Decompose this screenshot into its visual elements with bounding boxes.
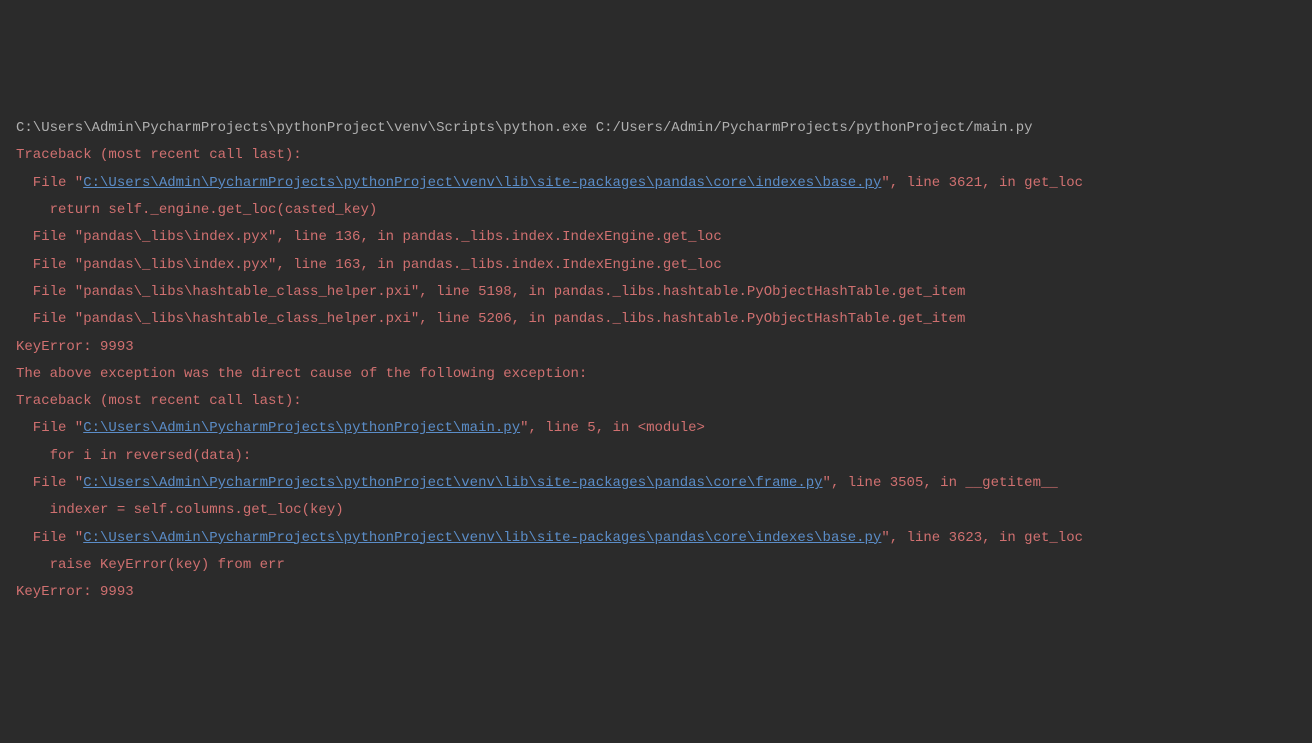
traceback-text: indexer = self.columns.get_loc(key) [16,502,344,518]
traceback-text: ", line 3623, in get_loc [881,530,1083,546]
console-line: File "C:\Users\Admin\PycharmProjects\pyt… [16,170,1296,197]
console-line: File "pandas\_libs\index.pyx", line 163,… [16,252,1296,279]
traceback-text: for i in reversed(data): [16,448,251,464]
traceback-text: KeyError: 9993 [16,584,134,600]
console-line: Traceback (most recent call last): [16,142,1296,169]
traceback-text: File " [16,420,83,436]
console-output: C:\Users\Admin\PycharmProjects\pythonPro… [16,115,1296,606]
traceback-text: Traceback (most recent call last): [16,393,302,409]
traceback-text: KeyError: 9993 [16,339,134,355]
console-line: for i in reversed(data): [16,443,1296,470]
traceback-text: ", line 3621, in get_loc [881,175,1083,191]
console-line: return self._engine.get_loc(casted_key) [16,197,1296,224]
console-line: C:\Users\Admin\PycharmProjects\pythonPro… [16,115,1296,142]
console-line: File "pandas\_libs\hashtable_class_helpe… [16,306,1296,333]
traceback-text: ", line 3505, in __getitem__ [823,475,1058,491]
console-line: KeyError: 9993 [16,579,1296,606]
file-path-link[interactable]: C:\Users\Admin\PycharmProjects\pythonPro… [83,530,881,546]
console-line: KeyError: 9993 [16,334,1296,361]
console-line: File "C:\Users\Admin\PycharmProjects\pyt… [16,525,1296,552]
file-path-link[interactable]: C:\Users\Admin\PycharmProjects\pythonPro… [83,175,881,191]
console-line: File "pandas\_libs\hashtable_class_helpe… [16,279,1296,306]
console-line: File "pandas\_libs\index.pyx", line 136,… [16,224,1296,251]
console-line: indexer = self.columns.get_loc(key) [16,497,1296,524]
traceback-text: File "pandas\_libs\hashtable_class_helpe… [16,311,965,327]
console-line: File "C:\Users\Admin\PycharmProjects\pyt… [16,470,1296,497]
traceback-text: File "pandas\_libs\index.pyx", line 163,… [16,257,722,273]
traceback-text: File "pandas\_libs\hashtable_class_helpe… [16,284,965,300]
traceback-text: File " [16,475,83,491]
traceback-text: return self._engine.get_loc(casted_key) [16,202,377,218]
file-path-link[interactable]: C:\Users\Admin\PycharmProjects\pythonPro… [83,420,520,436]
traceback-text: The above exception was the direct cause… [16,366,587,382]
traceback-text: ", line 5, in <module> [520,420,705,436]
traceback-text: Traceback (most recent call last): [16,147,302,163]
traceback-text: File "pandas\_libs\index.pyx", line 136,… [16,229,722,245]
console-line: Traceback (most recent call last): [16,388,1296,415]
console-line: File "C:\Users\Admin\PycharmProjects\pyt… [16,415,1296,442]
console-line: raise KeyError(key) from err [16,552,1296,579]
file-path-link[interactable]: C:\Users\Admin\PycharmProjects\pythonPro… [83,475,822,491]
command-line: C:\Users\Admin\PycharmProjects\pythonPro… [16,120,1033,136]
console-line: The above exception was the direct cause… [16,361,1296,388]
traceback-text: File " [16,175,83,191]
traceback-text: raise KeyError(key) from err [16,557,285,573]
traceback-text: File " [16,530,83,546]
